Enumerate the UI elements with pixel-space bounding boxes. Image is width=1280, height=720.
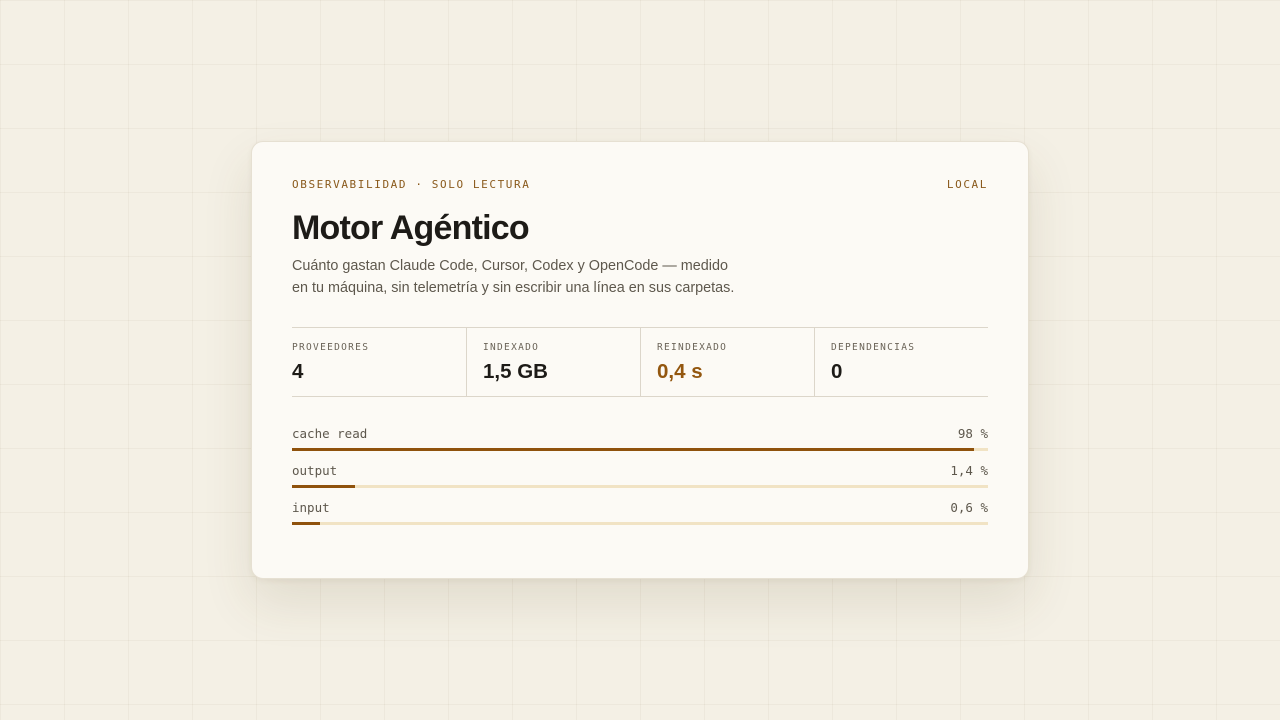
stat-indexed: INDEXADO 1,5 GB	[466, 328, 640, 396]
stat-label: INDEXADO	[483, 342, 540, 353]
bar-value: 1,4 %	[950, 463, 988, 478]
bar-track	[292, 522, 988, 525]
bar-label: cache read	[292, 426, 368, 441]
stat-value: 4	[292, 360, 304, 383]
stat-reindexed: REINDEXADO 0,4 s	[640, 328, 814, 396]
stat-value: 1,5 GB	[483, 360, 548, 383]
stats-row: PROVEEDORES 4 INDEXADO 1,5 GB REINDEXADO…	[292, 327, 988, 397]
card-description: Cuánto gastan Claude Code, Cursor, Codex…	[292, 258, 735, 296]
stat-label: PROVEEDORES	[292, 342, 370, 353]
observability-card: OBSERVABILIDAD · SOLO LECTURA LOCAL Moto…	[251, 141, 1029, 579]
bar-row-cache-read: cache read 98 %	[292, 426, 988, 463]
stat-label: REINDEXADO	[657, 342, 728, 353]
bar-fill	[292, 485, 355, 488]
card-title: Motor Agéntico	[292, 209, 530, 247]
eyebrow-label: OBSERVABILIDAD · SOLO LECTURA	[292, 177, 531, 191]
bar-track	[292, 485, 988, 488]
stat-value: 0	[831, 360, 843, 383]
bar-value: 98 %	[957, 426, 988, 441]
bar-track	[292, 448, 988, 451]
bar-value: 0,6 %	[950, 500, 988, 515]
local-badge: LOCAL	[946, 177, 988, 191]
stat-label: DEPENDENCIAS	[831, 342, 916, 353]
bar-row-output: output 1,4 %	[292, 463, 988, 500]
token-share-bars: cache read 98 % output 1,4 % input 0,6 %	[292, 426, 988, 537]
bar-row-input: input 0,6 %	[292, 500, 988, 537]
bar-fill	[292, 522, 320, 525]
bar-fill	[292, 448, 975, 451]
stat-value: 0,4 s	[657, 360, 703, 383]
bar-label: input	[292, 500, 330, 515]
stat-dependencies: DEPENDENCIAS 0	[814, 328, 988, 396]
bar-label: output	[292, 463, 338, 478]
stat-providers: PROVEEDORES 4	[292, 328, 466, 396]
card-header: OBSERVABILIDAD · SOLO LECTURA LOCAL	[292, 177, 988, 191]
